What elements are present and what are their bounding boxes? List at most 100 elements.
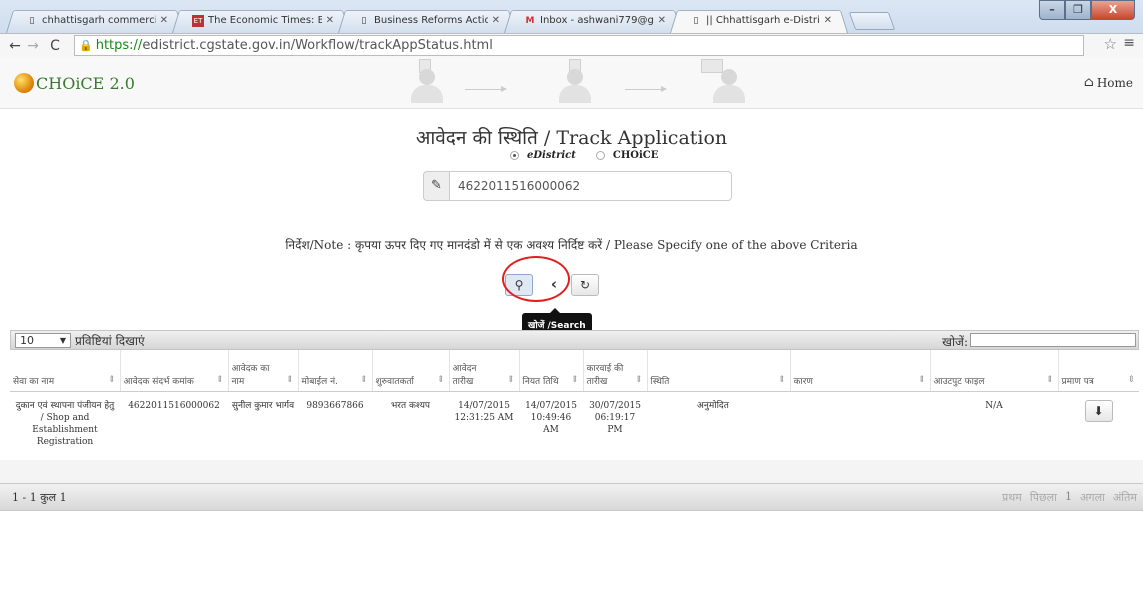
person-icon — [405, 67, 449, 105]
cell-certificate: ⬇ — [1058, 391, 1139, 452]
col-header-initiator[interactable]: शुरुवातकर्ता ⇕ — [372, 350, 450, 392]
applications-table: सेवा का नाम ⇕ आवेदक संदर्भ कमांक ⇕ आवेदक क… — [10, 350, 1139, 452]
col-header-status[interactable]: स्थिति ⇕ — [647, 350, 791, 392]
table-search-input[interactable] — [970, 333, 1136, 347]
table-info: 1 - 1 कुल 1 — [12, 490, 67, 504]
url-scheme: https:// — [95, 38, 143, 53]
col-header-ref-no[interactable]: आवेदक संदर्भ कमांक ⇕ — [120, 350, 229, 392]
browser-window: ▯ chhattisgarh commercial ✕ ET The Economic… — [0, 0, 1143, 602]
radio-edistrict[interactable] — [510, 151, 519, 160]
entries-select[interactable]: 10 ▼ — [15, 332, 71, 348]
cell-output-file: N/A — [985, 400, 1003, 411]
pager-current[interactable]: 1 — [1065, 490, 1072, 505]
cell-due-date: 14/07/2015 10:49:46 AM — [525, 400, 577, 435]
person-icon — [553, 67, 597, 105]
sort-icon: ⇕ — [570, 374, 579, 385]
table-header-row: सेवा का नाम ⇕ आवेदक संदर्भ कमांक ⇕ आवेदक क… — [10, 350, 1139, 392]
pager-first[interactable]: प्रथम — [1002, 490, 1022, 505]
home-link[interactable]: ⌂ Home — [1084, 75, 1133, 90]
criteria-note: निर्देश/Note : कृपया ऊपर दिए गए मानदंडो … — [285, 238, 858, 252]
close-window-button[interactable]: X — [1091, 0, 1135, 20]
pager-prev[interactable]: पिछला — [1030, 490, 1057, 505]
cell-applied-date: 14/07/2015 12:31:25 AM — [454, 400, 514, 423]
close-tab-icon[interactable]: ✕ — [658, 15, 666, 26]
new-tab-button[interactable] — [848, 12, 896, 30]
application-number-group: ✎ 4622011516000062 — [423, 171, 732, 201]
col-header-service[interactable]: सेवा का नाम ⇕ — [10, 350, 121, 392]
workflow-graphic — [385, 59, 765, 107]
address-bar[interactable]: 🔒 https://edistrict.cgstate.gov.in/Workf… — [74, 35, 1084, 56]
cell-ref-no: 4622011516000062 — [128, 400, 220, 411]
radio-choice[interactable] — [595, 151, 605, 160]
source-radio-group: eDistrict CHOiCE — [510, 150, 678, 161]
sort-icon: ⇕ — [1045, 374, 1054, 385]
arrow-icon — [465, 86, 507, 92]
tab-economic-times[interactable]: ETThe Economic Times: Busi✕ — [172, 8, 350, 33]
col-header-applicant[interactable]: आवेदक का नाम ⇕ — [228, 350, 299, 392]
table-row: दुकान एवं स्थापना पंजीयन हेतु / Shop and… — [10, 391, 1139, 452]
close-tab-icon[interactable]: ✕ — [824, 15, 832, 26]
cell-service: दुकान एवं स्थापना पंजीयन हेतु / Shop and… — [15, 400, 115, 447]
sort-icon: ⇕ — [285, 374, 294, 385]
close-tab-icon[interactable]: ✕ — [492, 15, 500, 26]
home-icon: ⌂ — [1083, 75, 1094, 90]
window-controls: – ❐ X — [1039, 0, 1135, 20]
tab-chhattisgarh-commercial[interactable]: ▯ chhattisgarh commercial ✕ — [6, 8, 184, 33]
arrow-icon — [625, 86, 667, 92]
edit-icon: ✎ — [423, 171, 449, 201]
tab-edistrict[interactable]: ▯|| Chhattisgarh e-District ||✕ — [670, 8, 848, 33]
col-header-mobile[interactable]: मोबाईल नं. ⇕ — [298, 350, 373, 392]
page-icon: ▯ — [693, 15, 699, 26]
col-header-due-date[interactable]: नियत तिथि ⇕ — [519, 350, 584, 392]
radio-edistrict-label: eDistrict — [527, 150, 576, 161]
cell-action-date: 30/07/2015 06:19:17 PM — [589, 400, 641, 435]
application-number-input[interactable]: 4622011516000062 — [449, 171, 732, 201]
cell-initiator: भरत कश्यप — [390, 400, 431, 411]
cell-reason — [790, 391, 930, 452]
sort-icon: ⇕ — [1127, 374, 1135, 385]
page-icon: ▯ — [29, 15, 35, 26]
pagination: प्रथम पिछला 1 अगला अंतिम — [994, 490, 1137, 505]
radio-choice-label: CHOiCE — [612, 150, 659, 161]
pager-next[interactable]: अगला — [1080, 490, 1105, 505]
person-icon — [707, 67, 751, 105]
col-header-certificate[interactable]: प्रमाण पत्र ⇕ — [1058, 350, 1139, 392]
close-tab-icon[interactable]: ✕ — [160, 15, 168, 26]
cell-status: अनुमोदित — [697, 400, 729, 411]
table-spacer — [0, 460, 1143, 484]
bookmark-star-icon[interactable]: ☆ — [1104, 35, 1117, 53]
browser-chrome: ▯ chhattisgarh commercial ✕ ET The Economic… — [0, 0, 1143, 57]
table-footer: 1 - 1 कुल 1 प्रथम पिछला 1 अगला अंतिम — [0, 483, 1143, 511]
col-header-output-file[interactable]: आउटपुट फाइल ⇕ — [930, 350, 1059, 392]
minimize-button[interactable]: – — [1039, 0, 1065, 20]
col-header-applied-date[interactable]: आवेदन तारीख ⇕ — [449, 350, 520, 392]
pager-last[interactable]: अंतिम — [1113, 490, 1137, 505]
chevron-down-icon: ▼ — [59, 335, 66, 345]
download-button[interactable]: ⬇ — [1084, 399, 1113, 422]
col-header-reason[interactable]: कारण ⇕ — [790, 350, 931, 392]
logo-ball-icon — [14, 73, 34, 93]
sort-icon: ⇕ — [506, 374, 515, 385]
menu-icon[interactable]: ≡ — [1123, 35, 1135, 51]
lock-icon: 🔒 — [79, 39, 93, 52]
page-title: आवेदन की स्थिति / Track Application — [415, 127, 728, 149]
tab-inbox[interactable]: MInbox - ashwani779@gma✕ — [504, 8, 682, 33]
site-header: CHOiCE 2.0 ⌂ Home — [0, 57, 1143, 109]
sort-icon: ⇕ — [107, 374, 116, 385]
reload-icon[interactable]: C — [46, 38, 64, 54]
url-path: edistrict.cgstate.gov.in/Workflow/trackA… — [142, 38, 493, 53]
forward-arrow-icon[interactable]: → — [24, 38, 42, 54]
sort-icon: ⇕ — [634, 374, 643, 385]
tab-business-reforms[interactable]: ▯ Business Reforms Action ✕ — [338, 8, 516, 33]
back-arrow-icon[interactable]: ← — [6, 38, 24, 54]
close-tab-icon[interactable]: ✕ — [326, 15, 334, 26]
refresh-button[interactable]: ↻ — [571, 274, 599, 296]
table-controls: 10 ▼ प्रविष्टियां दिखाएं खोजें: — [10, 330, 1139, 350]
refresh-icon: ↻ — [579, 278, 591, 292]
tab-strip: ▯ chhattisgarh commercial ✕ ET The Economic… — [0, 0, 896, 33]
table-search-label: खोजें: — [942, 335, 968, 349]
col-header-action-date[interactable]: कारवाई की तारीख ⇕ — [583, 350, 648, 392]
maximize-button[interactable]: ❐ — [1065, 0, 1091, 20]
sort-icon: ⇕ — [436, 374, 445, 385]
choice-logo[interactable]: CHOiCE 2.0 — [14, 73, 135, 93]
